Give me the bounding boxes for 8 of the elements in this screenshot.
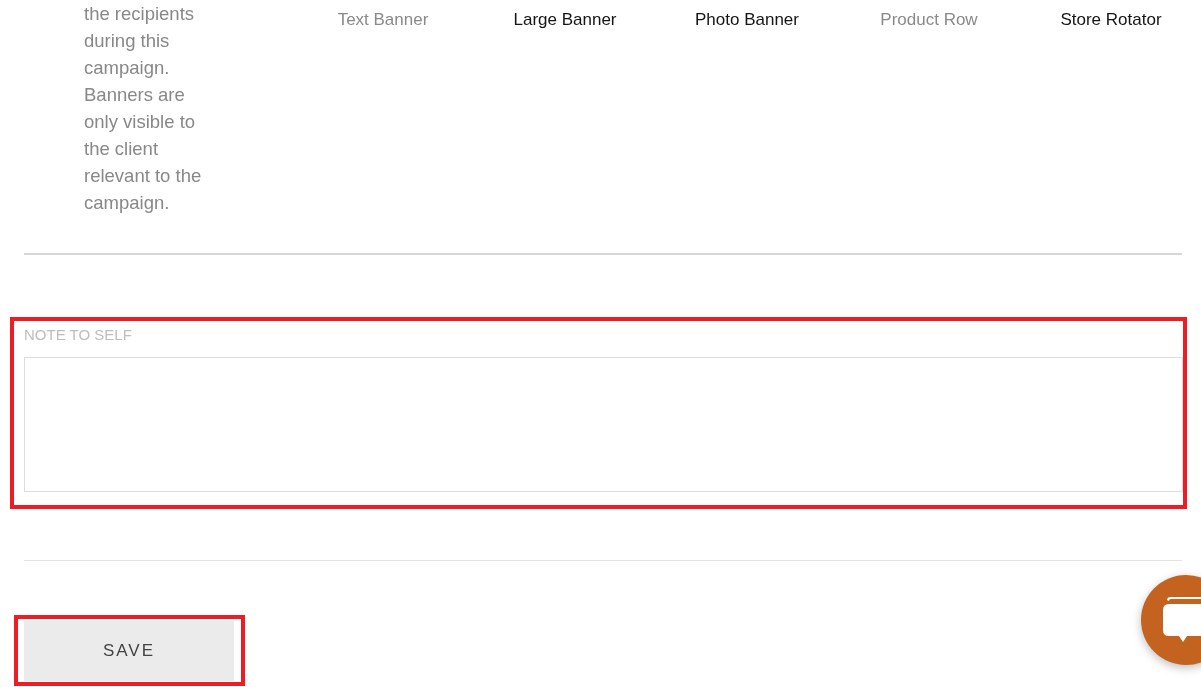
save-button[interactable]: SAVE <box>24 621 234 681</box>
banner-type-option[interactable]: Photo Banner <box>657 7 837 33</box>
description-text: the recipients during this campaign. Banners are only visible to the client relevant to the campaign. <box>84 2 203 215</box>
banner-type-option[interactable]: Large Banner <box>475 7 655 33</box>
banner-type-option[interactable]: Store Rotator <box>1021 7 1201 33</box>
note-field[interactable] <box>24 357 1183 492</box>
note-label: NOTE TO SELF <box>24 326 132 343</box>
chat-bubble-icon <box>1163 596 1201 642</box>
